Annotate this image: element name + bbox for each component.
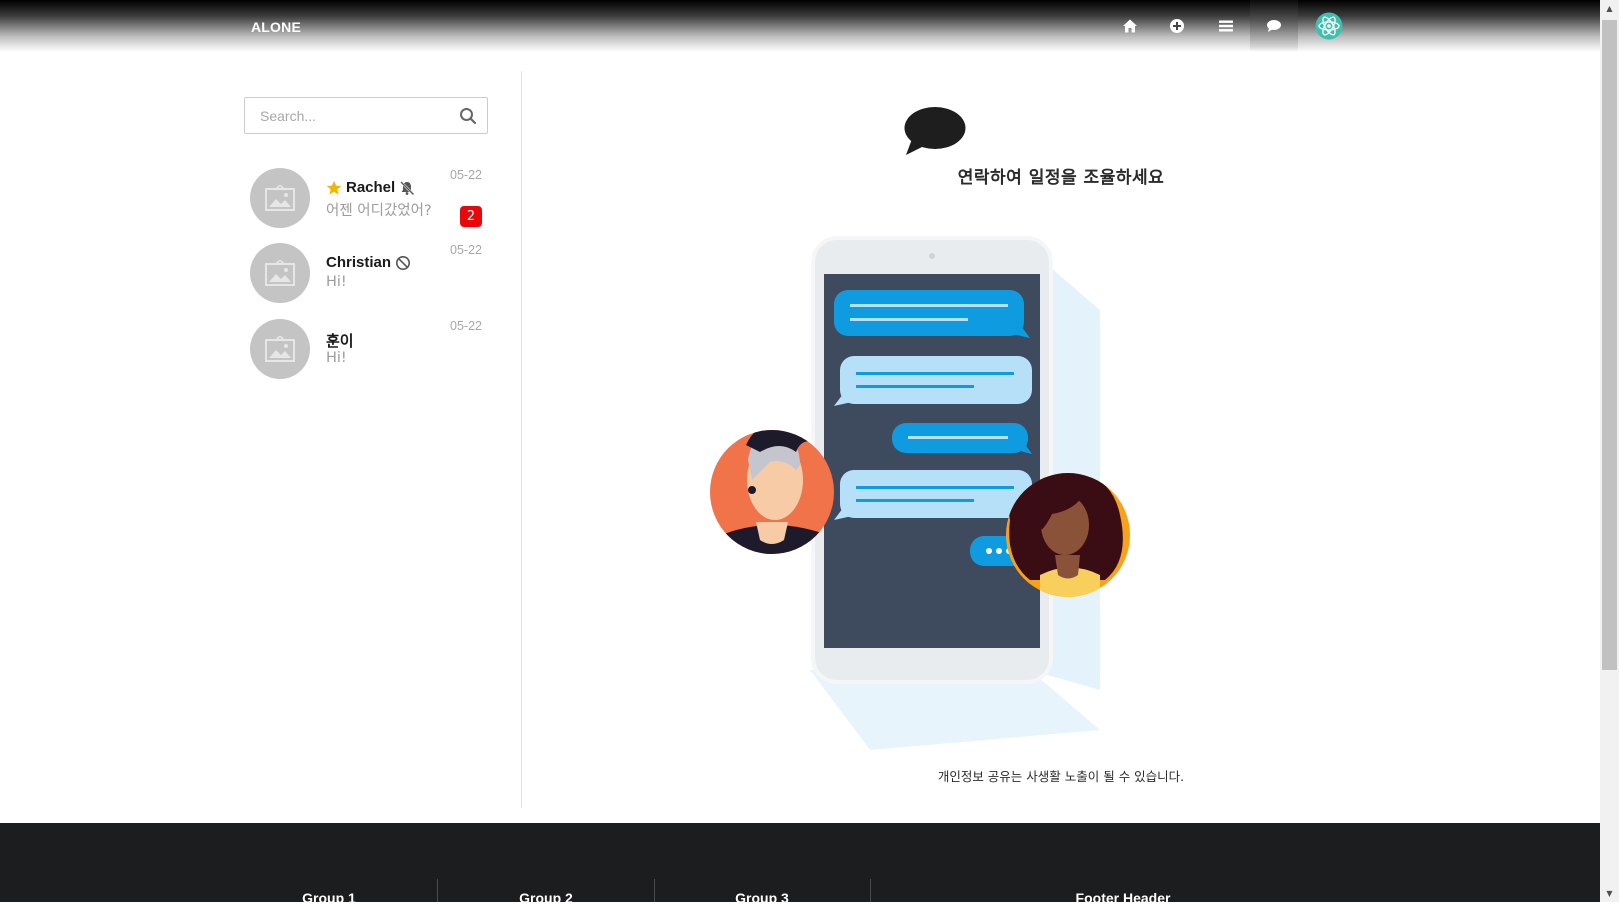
footer-separator (870, 879, 871, 902)
chat-phone-illustration (710, 236, 1130, 750)
blocked-icon (396, 255, 411, 270)
chat-list-item[interactable]: 훈이 Hi! 05-22 (244, 319, 488, 387)
unread-badge: 2 (460, 206, 482, 227)
chat-name-row: 훈이 (326, 330, 354, 351)
chat-list-item[interactable]: Christian Hi! 05-22 (244, 243, 488, 311)
privacy-caption: 개인정보 공유는 사생활 노출이 될 수 있습니다. (937, 769, 1185, 784)
chat-date: 05-22 (450, 243, 482, 257)
react-logo-icon (1315, 12, 1343, 40)
chat-name: Christian (326, 254, 392, 271)
search-icon[interactable] (459, 107, 477, 125)
nav-profile-button[interactable] (1305, 0, 1353, 52)
chat-name-row: Christian (326, 254, 411, 271)
page-scrollbar[interactable]: ▲ ▼ (1600, 0, 1619, 902)
site-footer: Group 1 Group 2 Group 3 Footer Header (0, 823, 1600, 906)
avatar (250, 243, 310, 303)
star-icon (326, 180, 342, 195)
nav-add-button[interactable] (1153, 0, 1201, 52)
chat-name: 훈이 (326, 333, 354, 350)
scroll-up-arrow-icon[interactable]: ▲ (1600, 0, 1619, 17)
image-placeholder-icon (265, 185, 295, 211)
avatar (250, 168, 310, 228)
list-icon (1219, 20, 1233, 32)
home-icon (1123, 19, 1137, 33)
nav-list-button[interactable] (1202, 0, 1250, 52)
chat-search-box (244, 97, 488, 134)
footer-separator (654, 879, 655, 902)
plus-circle-icon (1170, 19, 1184, 33)
mute-bell-icon (400, 180, 415, 195)
scroll-thumb[interactable] (1602, 20, 1617, 670)
brand-logo[interactable]: ALONE (251, 19, 301, 35)
scroll-down-arrow-icon[interactable]: ▼ (1600, 885, 1619, 902)
footer-group-1-heading: Group 1 (302, 890, 356, 906)
chat-date: 05-22 (450, 319, 482, 333)
chat-list-item[interactable]: Rachel 어젠 어디갔었어? 05-22 2 (244, 168, 488, 236)
nav-chat-button[interactable] (1250, 0, 1298, 52)
empty-state-headline: 연락하여 일정을 조율하세요 (957, 168, 1165, 188)
top-navbar: ALONE (0, 0, 1600, 52)
nav-home-button[interactable] (1106, 0, 1154, 52)
chat-search-input[interactable] (245, 98, 445, 133)
chat-name: Rachel (346, 179, 396, 196)
chat-preview: 어젠 어디갔었어? (326, 203, 432, 219)
chat-name-row: Rachel (326, 179, 415, 196)
footer-separator (437, 879, 438, 902)
chat-preview: Hi! (326, 350, 347, 366)
avatar (250, 319, 310, 379)
footer-group-2-heading: Group 2 (519, 890, 573, 906)
chat-date: 05-22 (450, 168, 482, 182)
chat-preview: Hi! (326, 274, 347, 290)
footer-group-3-heading: Group 3 (735, 890, 789, 906)
image-placeholder-icon (265, 336, 295, 362)
chat-icon (1267, 20, 1281, 32)
footer-header-heading: Footer Header (1075, 890, 1171, 906)
image-placeholder-icon (265, 260, 295, 286)
speech-bubble-icon (904, 107, 966, 155)
